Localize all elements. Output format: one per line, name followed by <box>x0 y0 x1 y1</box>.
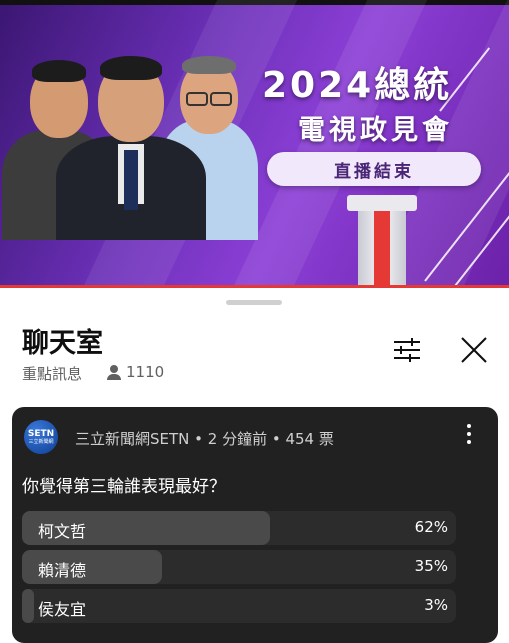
poll-option[interactable]: 柯文哲 62% <box>22 511 488 545</box>
poll-question: 你覺得第三輪誰表現最好？ <box>22 477 226 497</box>
poll-option[interactable]: 侯友宜 3% <box>22 589 488 623</box>
channel-avatar[interactable]: SETN 三立新聞網 <box>24 420 58 454</box>
poll-option-percent: 62% <box>414 518 448 536</box>
poll-option-label: 賴清德 <box>38 561 87 580</box>
chat-panel: 聊天室 重點訊息 1110 SETN 三立新聞網 三立新聞網SETN • 2 分… <box>0 290 509 643</box>
poll-option-label: 侯友宜 <box>38 600 87 619</box>
more-vert-icon[interactable] <box>464 422 474 448</box>
tune-icon[interactable] <box>393 338 421 362</box>
poll-option-bar <box>22 589 34 623</box>
progress-bar[interactable] <box>0 285 509 288</box>
poll-card: SETN 三立新聞網 三立新聞網SETN • 2 分鐘前 • 454 票 你覺得… <box>12 407 498 643</box>
podium-icon <box>347 195 417 211</box>
poll-option[interactable]: 賴清德 35% <box>22 550 488 584</box>
chat-title: 聊天室 <box>22 328 103 359</box>
viewer-count-value: 1110 <box>126 363 165 381</box>
chat-mode-selector[interactable]: 重點訊息 <box>22 363 82 384</box>
event-title: 2024總統 <box>262 65 453 106</box>
poll-option-percent: 3% <box>424 596 448 614</box>
drag-handle[interactable] <box>226 300 282 305</box>
video-player[interactable]: 2024總統 電視政見會 直播結束 <box>0 0 509 288</box>
event-subtitle: 電視政見會 <box>298 115 453 146</box>
poll-meta: 三立新聞網SETN • 2 分鐘前 • 454 票 <box>75 430 334 448</box>
close-icon[interactable] <box>458 334 490 366</box>
person-icon <box>107 364 121 380</box>
live-ended-badge: 直播結束 <box>267 152 481 186</box>
poll-option-label: 柯文哲 <box>38 522 87 541</box>
podium-stripe <box>374 211 390 288</box>
viewer-count: 1110 <box>107 363 164 381</box>
poll-option-percent: 35% <box>414 557 448 575</box>
